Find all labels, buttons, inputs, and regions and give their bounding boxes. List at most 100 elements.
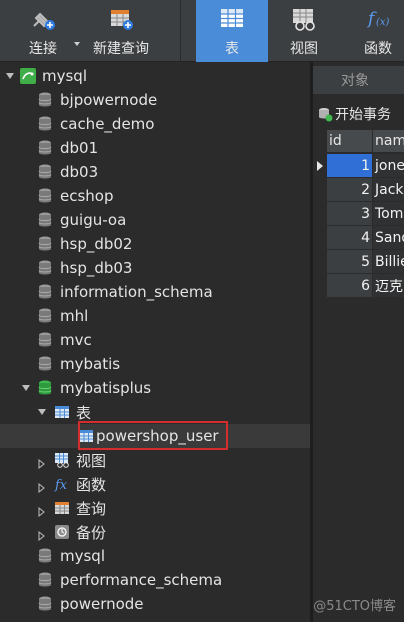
- database-label: ecshop: [60, 187, 114, 205]
- function-button[interactable]: f (x) 函数: [352, 0, 404, 62]
- collapse-arrow-icon[interactable]: [38, 527, 46, 542]
- tree-folder-views[interactable]: 视图: [0, 448, 310, 472]
- svg-text:fx: fx: [54, 478, 68, 492]
- database-label: mysql: [60, 547, 105, 565]
- tree-folder-tables[interactable]: 表: [0, 400, 310, 424]
- function-icon: f (x): [363, 6, 393, 32]
- tree-folder-backups[interactable]: 备份: [0, 520, 310, 544]
- table-cell-id[interactable]: 5: [327, 250, 372, 274]
- database-label: mybatis: [60, 355, 121, 373]
- expand-arrow-icon[interactable]: [38, 409, 46, 415]
- database-label: db03: [60, 163, 99, 181]
- table-icon: [217, 6, 247, 32]
- view-label: 视图: [290, 41, 318, 57]
- connect-button[interactable]: 连接: [14, 0, 72, 62]
- database-icon: [38, 236, 52, 252]
- table-label: 表: [225, 41, 239, 57]
- new-query-icon: [106, 6, 136, 32]
- column-header-name[interactable]: nam: [373, 130, 404, 152]
- table-cell-name[interactable]: Billie: [373, 250, 404, 274]
- tree-database-item[interactable]: mysql: [0, 544, 310, 568]
- tree-database-item[interactable]: information_schema: [0, 280, 310, 304]
- backups-folder-label: 备份: [76, 523, 107, 542]
- tree-folder-queries[interactable]: 查询: [0, 496, 310, 520]
- tree-database-item[interactable]: bjpowernode: [0, 88, 310, 112]
- table-cell-name[interactable]: 迈克: [373, 274, 404, 298]
- queries-folder-icon: [54, 500, 70, 516]
- table-cell-name[interactable]: jone: [373, 154, 404, 178]
- main-toolbar: 连接 新建查询 表 视图 f (x) 函数: [0, 0, 404, 62]
- functions-folder-icon: fx: [54, 476, 70, 493]
- database-icon: [38, 284, 52, 300]
- database-label: performance_schema: [60, 571, 223, 589]
- table-cell-name[interactable]: Tom: [373, 202, 404, 226]
- database-label: mvc: [60, 331, 92, 349]
- expand-arrow-icon[interactable]: [22, 385, 30, 391]
- tree-connection-mysql[interactable]: mysql: [0, 64, 310, 88]
- tab-objects[interactable]: 对象: [313, 66, 404, 94]
- table-cell-id[interactable]: 6: [327, 274, 372, 298]
- connection-label: mysql: [42, 67, 87, 85]
- tree-database-item[interactable]: guigu-oa: [0, 208, 310, 232]
- table-cell-name[interactable]: Sand: [373, 226, 404, 250]
- objects-tab-label: 对象: [341, 73, 369, 89]
- database-icon: [38, 188, 52, 204]
- tree-database-item[interactable]: mhl: [0, 304, 310, 328]
- table-button[interactable]: 表: [196, 0, 268, 62]
- database-icon: [38, 212, 52, 228]
- view-button[interactable]: 视图: [276, 0, 332, 62]
- database-icon: [38, 596, 52, 612]
- collapse-arrow-icon[interactable]: [38, 503, 46, 518]
- object-panel: 对象 开始事务 id nam 1jone2Jack3Tom4Sand5Billi…: [313, 62, 404, 622]
- database-icon: [38, 572, 52, 588]
- collapse-arrow-icon[interactable]: [38, 479, 46, 494]
- database-icon: [38, 140, 52, 156]
- tree-table-powershop-user[interactable]: powershop_user: [0, 424, 310, 448]
- database-icon: [38, 260, 52, 276]
- tree-database-item[interactable]: performance_schema: [0, 568, 310, 592]
- database-label: mhl: [60, 307, 89, 325]
- tree-database-item[interactable]: cache_demo: [0, 112, 310, 136]
- database-icon: [38, 548, 52, 564]
- column-header-id[interactable]: id: [327, 130, 372, 152]
- view-icon: [289, 6, 319, 32]
- tree-database-mybatisplus[interactable]: mybatisplus: [0, 376, 310, 400]
- new-query-button[interactable]: 新建查询: [88, 0, 154, 62]
- tree-database-item[interactable]: mybatis: [0, 352, 310, 376]
- navigation-tree: mysql bjpowernode cache_demo db01 db03 ecsho…: [0, 62, 310, 622]
- table-cell-id[interactable]: 1: [327, 154, 372, 178]
- tree-folder-functions[interactable]: fx 函数: [0, 472, 310, 496]
- table-cell-name[interactable]: Jack: [373, 178, 404, 202]
- table-cell-id[interactable]: 3: [327, 202, 372, 226]
- database-label: hsp_db03: [60, 259, 133, 277]
- database-open-icon: [38, 380, 52, 396]
- tree-database-item[interactable]: powernode: [0, 592, 310, 616]
- connect-dropdown-caret[interactable]: [74, 42, 80, 46]
- new-query-label: 新建查询: [93, 41, 149, 57]
- current-row-indicator-icon: [317, 161, 323, 171]
- table-cell-id[interactable]: 4: [327, 226, 372, 250]
- expand-arrow-icon[interactable]: [6, 73, 14, 79]
- tree-database-item[interactable]: mvc: [0, 328, 310, 352]
- queries-folder-label: 查询: [76, 499, 107, 518]
- database-label: information_schema: [60, 283, 213, 301]
- begin-transaction-button[interactable]: 开始事务: [317, 102, 391, 126]
- database-label: guigu-oa: [60, 211, 127, 229]
- watermark: @51CTO博客: [313, 599, 396, 614]
- tree-database-item[interactable]: db03: [0, 160, 310, 184]
- database-label: bjpowernode: [60, 91, 158, 109]
- tree-database-item[interactable]: ecshop: [0, 184, 310, 208]
- tree-database-item[interactable]: hsp_db02: [0, 232, 310, 256]
- toolbar-separator: [180, 0, 181, 62]
- database-label: mybatisplus: [60, 379, 152, 397]
- database-label: hsp_db02: [60, 235, 133, 253]
- table-cell-id[interactable]: 2: [327, 178, 372, 202]
- tree-database-item[interactable]: hsp_db03: [0, 256, 310, 280]
- tree-database-item[interactable]: db01: [0, 136, 310, 160]
- collapse-arrow-icon[interactable]: [38, 455, 46, 470]
- functions-folder-label: 函数: [76, 475, 107, 494]
- database-label: powernode: [60, 595, 144, 613]
- database-icon: [38, 332, 52, 348]
- views-folder-label: 视图: [76, 451, 107, 470]
- connect-label: 连接: [29, 41, 57, 57]
